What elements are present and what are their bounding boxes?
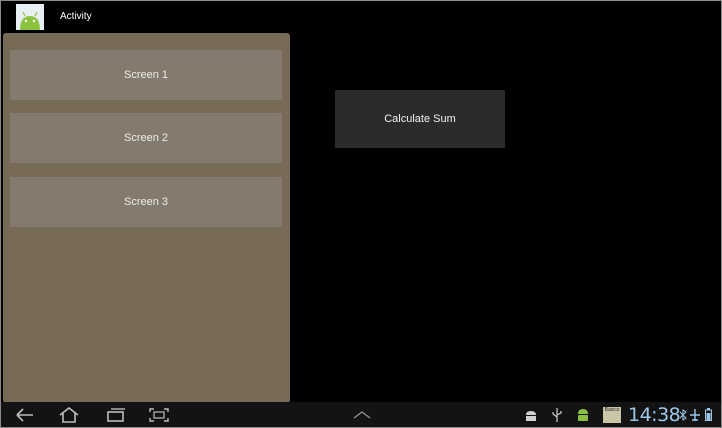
app-title: Activity xyxy=(60,11,92,22)
basics-app-icon: Basics xyxy=(603,407,621,423)
clock[interactable]: 14:38 xyxy=(628,402,681,428)
up-arrow-icon[interactable] xyxy=(351,410,373,420)
home-icon[interactable] xyxy=(58,407,80,423)
screenshot-icon[interactable] xyxy=(148,407,170,423)
action-bar: Activity xyxy=(0,0,722,32)
android-icon xyxy=(578,409,588,421)
screen-1-button[interactable]: Screen 1 xyxy=(10,50,282,100)
android-debug-icon xyxy=(526,411,536,421)
app-icon[interactable] xyxy=(16,4,44,30)
calculate-sum-button[interactable]: Calculate Sum xyxy=(335,90,505,148)
screen-3-button[interactable]: Screen 3 xyxy=(10,177,282,227)
back-icon[interactable] xyxy=(14,407,36,423)
side-panel: Screen 1 Screen 2 Screen 3 xyxy=(3,33,290,402)
bluetooth-icon xyxy=(679,409,687,421)
screen-2-button[interactable]: Screen 2 xyxy=(10,113,282,163)
usb-icon xyxy=(552,408,562,422)
system-navigation-bar: Basics xyxy=(0,402,722,428)
recent-apps-icon[interactable] xyxy=(105,407,127,423)
battery-icon xyxy=(705,408,712,421)
airplane-icon xyxy=(690,409,700,421)
basics-app-label: Basics xyxy=(604,407,620,413)
